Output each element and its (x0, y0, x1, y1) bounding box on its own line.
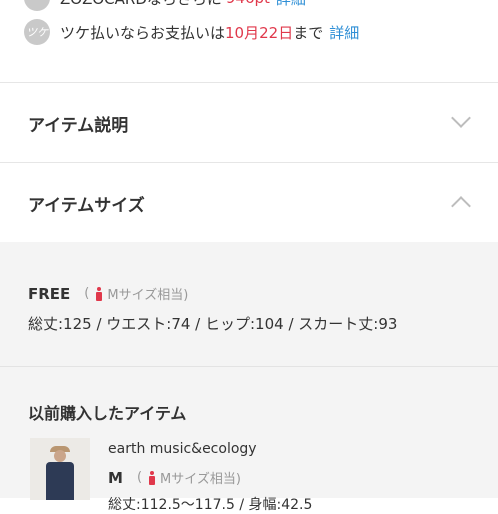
zozocard-detail-link[interactable]: 詳細 (276, 0, 306, 9)
chevron-down-icon (451, 108, 471, 128)
zozocard-points: 946pt (226, 0, 270, 7)
female-figure-icon (148, 470, 156, 485)
tsuke-date: 10月22日 (225, 23, 294, 42)
previous-size-name: M (108, 468, 123, 487)
previous-purchase-title: 以前購入したアイテム (28, 404, 187, 423)
item-description-accordion[interactable]: アイテム説明 (0, 82, 498, 161)
zozocard-row: ZOZOCARDならさらに 946pt 詳細 (24, 0, 306, 11)
zozocard-text: ZOZOCARDならさらに (60, 0, 222, 9)
previous-item-thumbnail[interactable] (30, 438, 90, 500)
tsuke-text: ツケ払いならお支払いは (60, 23, 226, 42)
size-block: FREE ( Mサイズ相当) 総丈:125 / ウエスト:74 / ヒップ:10… (28, 284, 397, 334)
tsuke-suffix: まで (293, 23, 324, 42)
chevron-up-icon (451, 196, 471, 216)
card-icon (24, 0, 50, 11)
divider (0, 366, 498, 367)
payment-info-section: ZOZOCARDならさらに 946pt 詳細 ツケ ツケ払いならお支払いは 10… (0, 0, 498, 82)
tsuke-row: ツケ ツケ払いならお支払いは 10月22日 まで 詳細 (24, 19, 359, 45)
tsuke-detail-link[interactable]: 詳細 (329, 22, 359, 43)
item-size-label: アイテムサイズ (28, 196, 145, 216)
fit-info: ( Mサイズ相当) (84, 286, 189, 303)
previous-item-dimensions: 総丈:112.5〜117.5 / 身幅:42.5 (108, 497, 313, 513)
female-figure-icon (95, 286, 103, 301)
item-description-label: アイテム説明 (28, 116, 129, 136)
size-name: FREE (28, 284, 71, 303)
size-details-panel: FREE ( Mサイズ相当) 総丈:125 / ウエスト:74 / ヒップ:10… (0, 242, 498, 513)
previous-fit-info: ( Mサイズ相当) (136, 470, 241, 487)
tsuke-icon: ツケ (24, 19, 50, 45)
size-dimensions: 総丈:125 / ウエスト:74 / ヒップ:104 / スカート丈:93 (28, 315, 398, 333)
previous-item-size: M ( Mサイズ相当) (108, 468, 241, 488)
item-size-accordion[interactable]: アイテムサイズ (0, 162, 498, 241)
previous-item-brand: earth music&ecology (108, 441, 257, 457)
